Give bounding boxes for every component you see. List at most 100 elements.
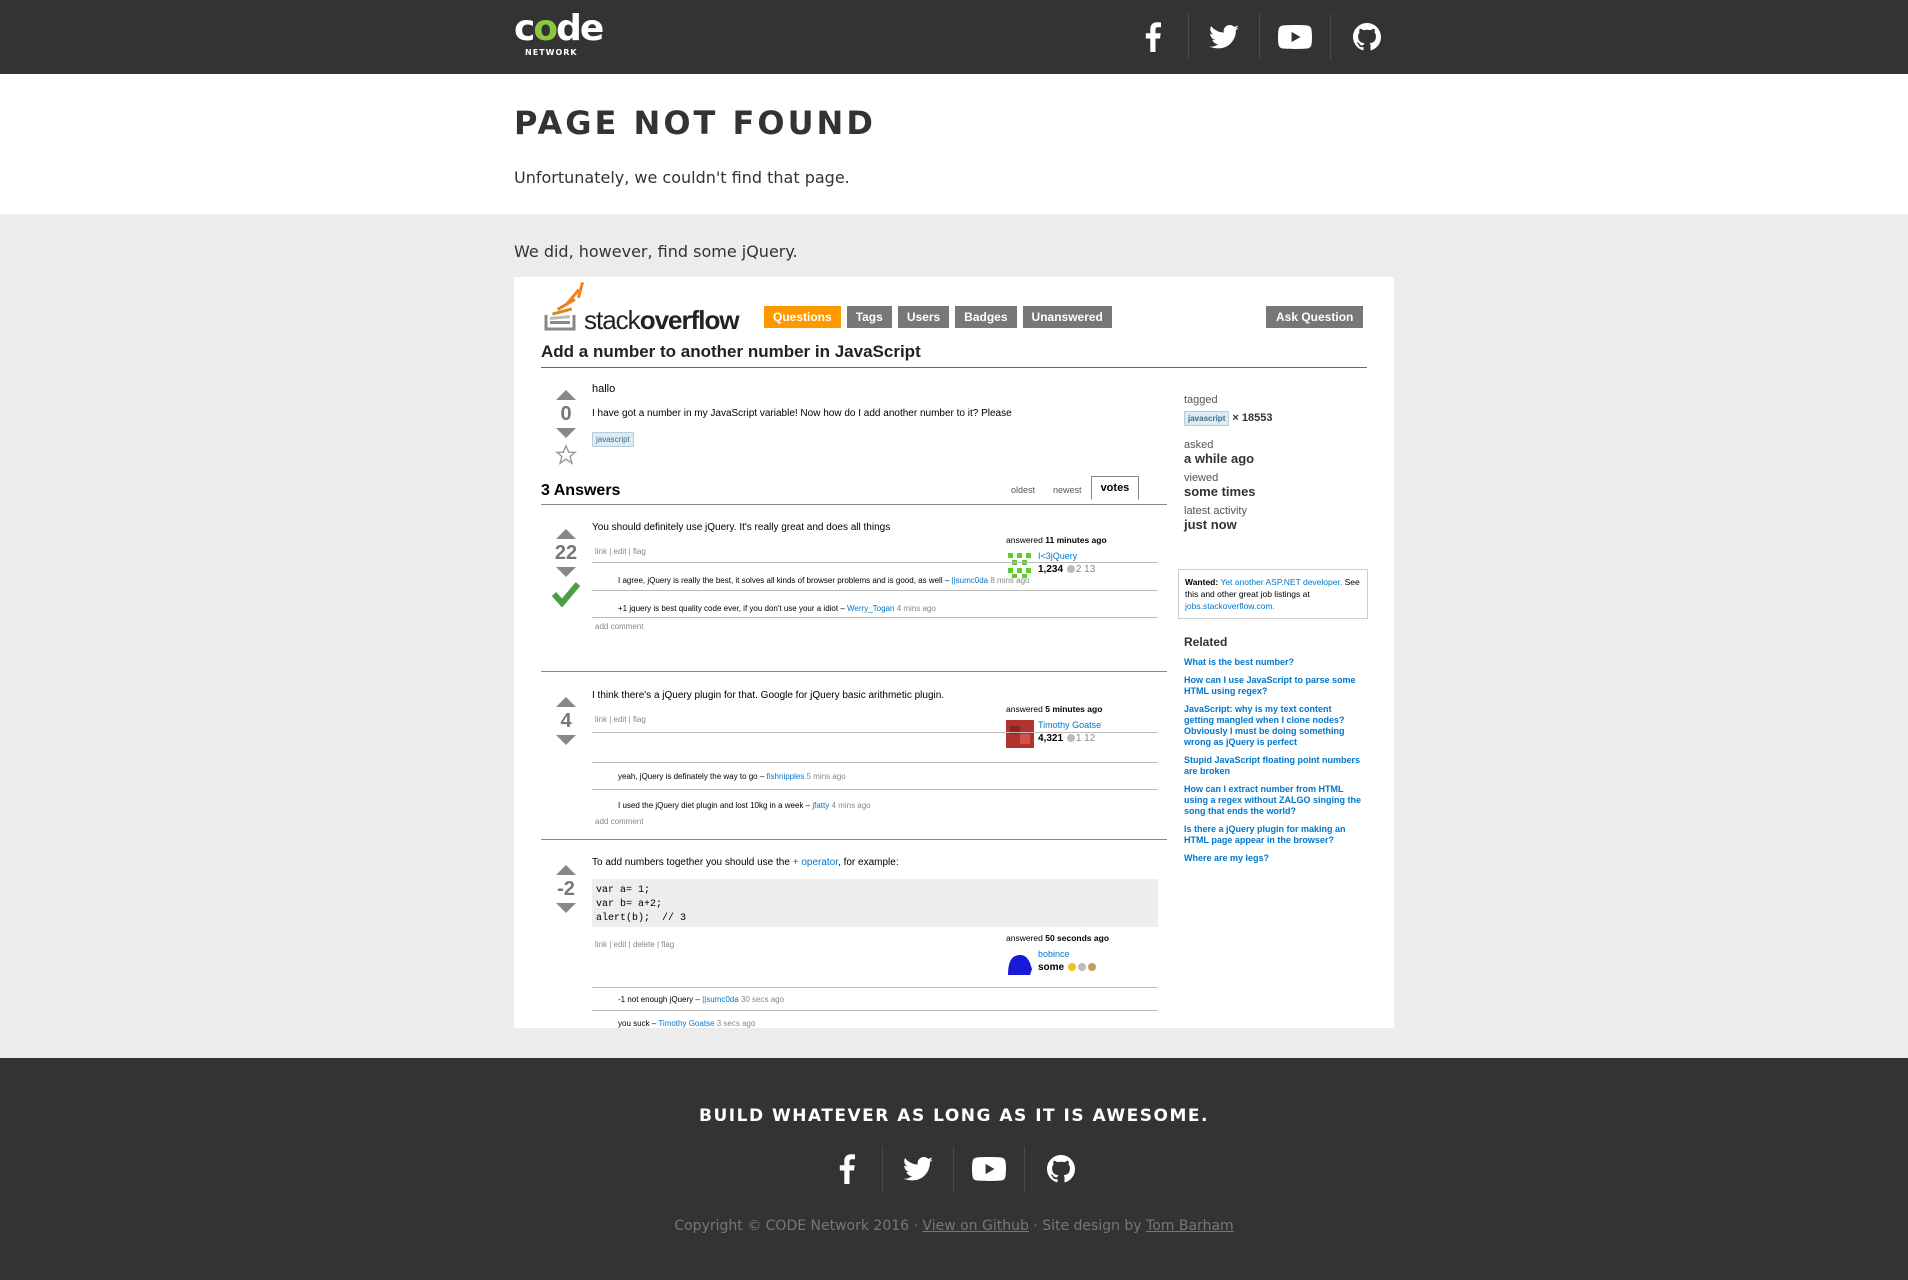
github-source-link[interactable]: View on Github [922,1218,1028,1234]
so-nav-unanswered[interactable]: Unanswered [1022,306,1112,328]
question-title[interactable]: Add a number to another number in JavaSc… [541,342,921,362]
question-tag[interactable]: javascript [592,432,634,447]
answered-time: 5 minutes ago [1045,704,1103,714]
asked-value: a while ago [1184,451,1255,466]
so-nav: Questions Tags Users Badges Unanswered [764,306,1112,328]
so-nav-users[interactable]: Users [897,306,950,328]
comment-divider [592,617,1158,618]
site-header: code NETWORK [0,0,1908,74]
vote-count: 0 [560,403,572,425]
code-network-logo[interactable]: code NETWORK [514,10,604,58]
related-link[interactable]: How can I extract number from HTML using… [1184,784,1364,817]
comment-divider [592,987,1158,988]
vote-count: -2 [557,878,575,900]
answer-1-actions[interactable]: link | edit | flag [595,547,646,556]
tagged-label: tagged [1184,394,1218,406]
header-facebook-link[interactable] [1118,14,1189,60]
related-heading: Related [1184,635,1228,649]
related-section: Related What is the best number? How can… [1184,635,1364,871]
twitter-icon [903,1157,933,1181]
viewed-value: some times [1184,484,1256,499]
tab-oldest[interactable]: oldest [1002,480,1044,500]
header-twitter-link[interactable] [1189,14,1260,60]
twitter-icon [1209,25,1239,49]
answered-label: answered [1006,704,1043,714]
tag-count: × 18553 [1232,412,1273,424]
job-ad-link[interactable]: Yet another ASP.NET developer. [1220,577,1342,587]
answer-3-user-card: answered 50 seconds ago bobince some [1006,933,1146,977]
answered-time: 50 seconds ago [1045,933,1110,943]
footer-github-link[interactable] [1025,1146,1096,1192]
related-link[interactable]: Where are my legs? [1184,853,1364,864]
related-link[interactable]: How can I use JavaScript to parse some H… [1184,675,1364,697]
activity-label: latest activity [1184,505,1247,517]
downvote-icon[interactable] [556,735,576,745]
sidebar-tag[interactable]: javascript [1184,411,1230,426]
answer-separator [541,671,1167,672]
header-github-link[interactable] [1331,14,1402,60]
upvote-icon[interactable] [556,865,576,875]
answer-3-username[interactable]: bobince [1038,949,1070,959]
answer-2-rep: 4,321 1 12 [1038,733,1096,744]
so-nav-questions[interactable]: Questions [764,306,841,328]
footer-twitter-link[interactable] [883,1146,954,1192]
answer-1-username[interactable]: I<3jQuery [1038,551,1077,561]
operator-link[interactable]: + operator [793,857,838,868]
designer-link[interactable]: Tom Barham [1146,1218,1234,1234]
comment-divider [592,789,1158,790]
related-link[interactable]: Stupid JavaScript floating point numbers… [1184,755,1364,777]
youtube-icon [1278,25,1312,49]
downvote-icon[interactable] [556,428,576,438]
answer-3-comment-1: -1 not enough jQuery – ||sumc0da 30 secs… [618,995,785,1004]
upvote-icon[interactable] [556,529,576,539]
answer-1-comment-2: +1 jquery is best quality code ever, if … [618,604,936,613]
star-icon[interactable] [555,444,577,466]
answer-1-add-comment[interactable]: add comment [595,622,643,631]
related-link[interactable]: What is the best number? [1184,657,1364,668]
downvote-icon[interactable] [556,903,576,913]
jobs-site-link[interactable]: jobs.stackoverflow.com. [1185,601,1275,611]
facebook-icon [839,1154,855,1184]
answer-2-username[interactable]: Timothy Goatse [1038,720,1101,730]
site-footer: BUILD WHATEVER AS LONG AS IT IS AWESOME.… [0,1058,1908,1280]
answer-3-code: var a= 1; var b= a+2; alert(b); // 3 [592,879,1158,927]
answer-3-actions[interactable]: link | edit | delete | flag [595,940,674,949]
so-nav-tags[interactable]: Tags [846,306,892,328]
vote-count: 4 [560,710,572,732]
header-youtube-link[interactable] [1260,14,1331,60]
answer-2-add-comment[interactable]: add comment [595,817,643,826]
answers-header: 3 Answers [541,482,621,499]
footer-youtube-link[interactable] [954,1146,1025,1192]
question-vote: 0 [546,390,586,466]
footer-facebook-link[interactable] [812,1146,883,1192]
copyright: Copyright © CODE Network 2016 · View on … [674,1218,1234,1234]
activity-value: just now [1184,517,1237,532]
vote-count: 22 [554,542,578,564]
tab-votes[interactable]: votes [1090,476,1140,500]
footer-tagline: BUILD WHATEVER AS LONG AS IT IS AWESOME. [699,1106,1209,1126]
comment-divider [592,762,1158,763]
related-link[interactable]: JavaScript: why is my text content getti… [1184,704,1364,748]
answer-2-user-card: answered 5 minutes ago Timothy Goatse 4,… [1006,704,1146,748]
comment-divider [592,562,1158,563]
downvote-icon[interactable] [556,567,576,577]
accepted-check-icon [552,582,580,607]
upvote-icon[interactable] [556,697,576,707]
answers-rule [541,504,1167,505]
answer-2-actions[interactable]: link | edit | flag [595,715,646,724]
related-link[interactable]: Is there a jQuery plugin for making an H… [1184,824,1364,846]
ask-question-button[interactable]: Ask Question [1266,306,1364,328]
upvote-icon[interactable] [556,390,576,400]
so-nav-badges[interactable]: Badges [955,306,1017,328]
answer-3-rep: some [1038,962,1097,973]
answer-2-body: I think there's a jQuery plugin for that… [592,690,945,701]
github-icon [1046,1155,1075,1183]
page-subtitle: Unfortunately, we couldn't find that pag… [514,168,850,187]
question-greeting: hallo [592,383,616,395]
asked-label: asked [1184,439,1214,451]
answer-2-comment-2: I used the jQuery diet plugin and lost 1… [618,801,871,810]
answer-3-body: To add numbers together you should use t… [592,857,899,868]
tab-newest[interactable]: newest [1044,480,1091,500]
stackoverflow-logo: stackoverflow [544,281,764,335]
answer-3-comment-2: you suck – Timothy Goatse 3 secs ago [618,1019,756,1028]
